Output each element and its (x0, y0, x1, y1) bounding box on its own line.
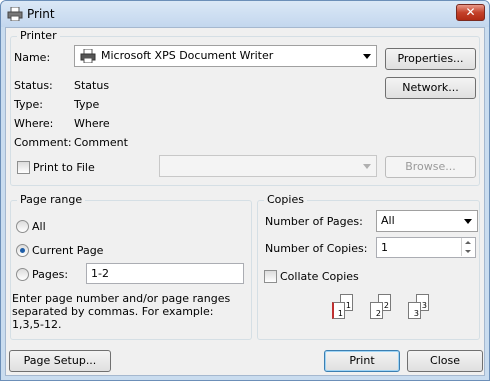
print-to-file-checkbox[interactable] (17, 161, 30, 174)
printer-legend: Printer (17, 29, 60, 42)
printer-name-value: Microsoft XPS Document Writer (101, 49, 274, 62)
status-label: Status: (14, 79, 53, 92)
printer-name-select[interactable]: Microsoft XPS Document Writer (74, 45, 377, 67)
radio-all[interactable] (16, 220, 29, 233)
comment-value: Comment (74, 136, 128, 149)
dialog-body: Printer Name: Microsoft XPS Document Wri… (5, 27, 485, 376)
collate-page: 3 (408, 302, 421, 319)
properties-button[interactable]: Properties... (385, 48, 476, 70)
title-bar[interactable]: Print ✕ (1, 1, 489, 27)
collate-label[interactable]: Collate Copies (280, 270, 359, 283)
type-label: Type: (14, 98, 43, 111)
browse-button[interactable]: Browse... (385, 156, 476, 178)
where-label: Where: (14, 117, 54, 130)
comment-label: Comment: (14, 136, 72, 149)
file-path-select[interactable] (159, 155, 377, 177)
number-of-pages-label: Number of Pages: (265, 215, 363, 228)
pages-input[interactable]: 1-2 (86, 263, 244, 284)
spin-up-icon[interactable] (461, 238, 475, 247)
radio-pages[interactable] (16, 268, 29, 281)
window-title: Print (27, 7, 55, 21)
network-button[interactable]: Network... (385, 77, 476, 99)
print-button[interactable]: Print (324, 350, 400, 372)
radio-current-page-label[interactable]: Current Page (32, 244, 103, 257)
close-icon: ✕ (465, 5, 476, 19)
radio-all-label[interactable]: All (32, 220, 46, 233)
printer-device-icon (80, 49, 96, 63)
print-dialog: Print ✕ Printer Name: Microsoft XPS Docu… (0, 0, 490, 381)
pages-input-value: 1-2 (91, 267, 109, 280)
page-setup-button[interactable]: Page Setup... (9, 350, 111, 372)
spin-down-icon[interactable] (461, 247, 475, 256)
radio-selected-dot (20, 248, 25, 253)
chevron-down-icon (363, 164, 371, 169)
where-value: Where (74, 117, 110, 130)
collate-page: 1 (332, 302, 345, 319)
close-button[interactable]: Close (407, 350, 483, 372)
copies-legend: Copies (264, 193, 307, 206)
printer-icon (7, 7, 23, 21)
number-of-pages-select[interactable]: All (376, 210, 478, 232)
copies-spinner[interactable] (461, 238, 475, 257)
number-of-copies-value: 1 (381, 241, 388, 254)
window-close-button[interactable]: ✕ (456, 4, 485, 21)
page-range-hint: Enter page number and/or page ranges sep… (12, 292, 231, 331)
type-value: Type (74, 98, 100, 111)
number-of-copies-stepper[interactable]: 1 (376, 237, 476, 258)
radio-pages-label[interactable]: Pages: (32, 268, 68, 281)
chevron-down-icon (464, 219, 472, 224)
radio-current-page[interactable] (16, 244, 29, 257)
collate-page: 2 (370, 302, 383, 319)
number-of-copies-label: Number of Copies: (265, 242, 368, 255)
chevron-down-icon (363, 54, 371, 59)
status-value: Status (74, 79, 110, 92)
collate-checkbox[interactable] (264, 270, 277, 283)
page-range-legend: Page range (17, 193, 86, 206)
print-to-file-label[interactable]: Print to File (33, 161, 95, 174)
number-of-pages-value: All (381, 214, 395, 227)
name-label: Name: (14, 51, 51, 64)
